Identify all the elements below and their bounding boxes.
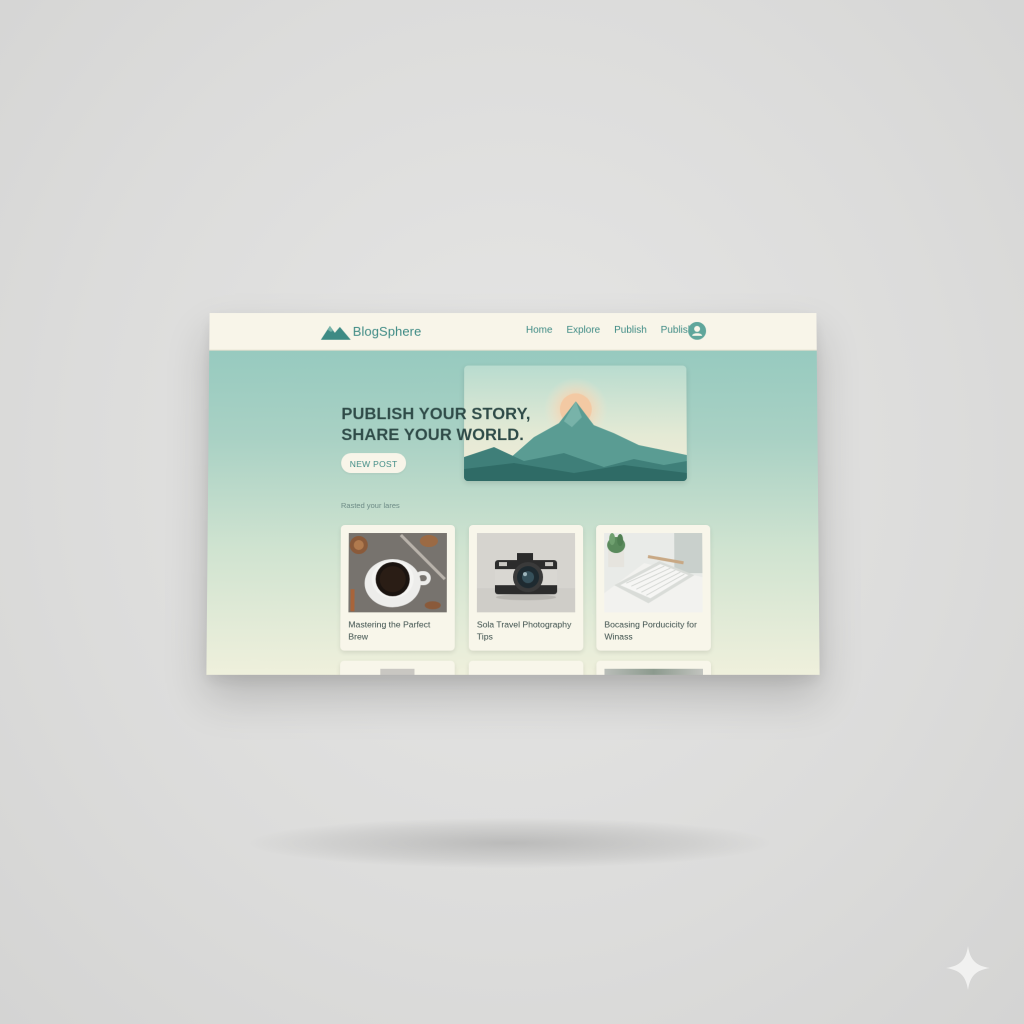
post-card-partial-thumbnail: [604, 669, 703, 675]
nav-link-home[interactable]: Home: [526, 325, 553, 336]
workspace-thumbnail: [604, 533, 703, 612]
mockup-floor-shadow: [250, 818, 770, 868]
post-card-title: Mastering the Parfect Brew: [348, 618, 448, 642]
user-avatar-button[interactable]: [688, 322, 706, 340]
mountain-logo-icon: [321, 322, 351, 340]
user-avatar-icon: [688, 322, 706, 340]
post-card-partial-thumbnail: [380, 669, 414, 675]
nav-link-publish[interactable]: Publish: [614, 325, 647, 336]
sparkle-icon: [944, 944, 992, 992]
brand-name: BlogSphere: [353, 323, 422, 338]
post-card-title: Sola Travel Photography Tips: [477, 618, 577, 642]
post-card[interactable]: Bocasing Porducicity for Winass: [596, 525, 711, 651]
hero-heading: PUBLISH YOUR STORY, SHARE YOUR WORLD.: [341, 404, 561, 446]
website-mockup: BlogSphere Home Explore Publish Publish: [206, 313, 819, 675]
section-label: Rasted your lares: [341, 501, 400, 510]
camera-thumbnail: [477, 533, 575, 612]
hero-heading-line-1: PUBLISH YOUR STORY,: [341, 404, 561, 425]
post-card-partial[interactable]: [340, 661, 455, 675]
top-navbar: BlogSphere Home Explore Publish Publish: [209, 313, 816, 351]
post-card[interactable]: Sola Travel Photography Tips: [469, 525, 584, 651]
post-card-partial[interactable]: [596, 661, 711, 675]
post-card[interactable]: Mastering the Parfect Brew: [340, 525, 455, 651]
post-card-title: Bocasing Porducicity for Winass: [604, 618, 704, 642]
hero-heading-line-2: SHARE YOUR WORLD.: [341, 425, 561, 446]
nav-link-explore[interactable]: Explore: [566, 325, 600, 336]
post-card-partial[interactable]: [469, 661, 584, 675]
nav-links: Home Explore Publish Publish: [526, 325, 707, 336]
new-post-button[interactable]: NEW POST: [341, 453, 406, 473]
coffee-thumbnail: [348, 533, 446, 612]
brand-logo[interactable]: BlogSphere: [321, 322, 422, 340]
